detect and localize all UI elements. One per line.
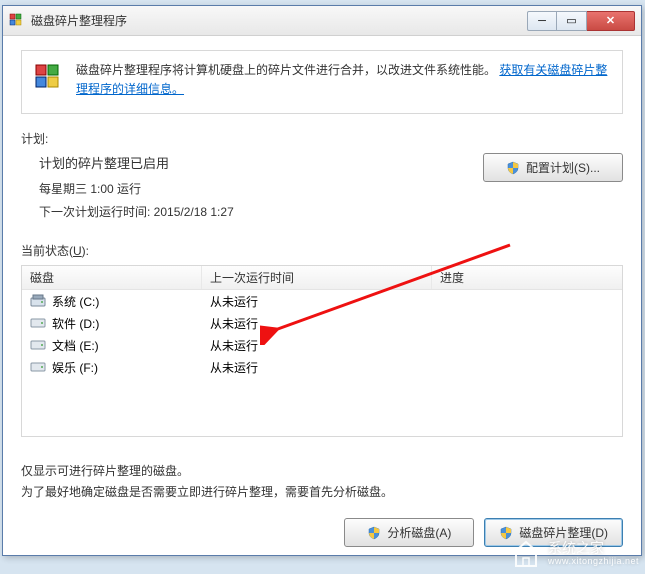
schedule-label: 计划: <box>21 130 623 147</box>
disk-name: 软件 (D:) <box>52 315 99 332</box>
schedule-title: 计划的碎片整理已启用 <box>39 153 234 172</box>
table-row[interactable]: 文档 (E:) 从未运行 <box>22 334 622 356</box>
shield-icon <box>506 161 520 175</box>
shield-icon <box>367 526 381 540</box>
last-run: 从未运行 <box>210 315 258 332</box>
last-run: 从未运行 <box>210 359 258 376</box>
content-area: 磁盘碎片整理程序将计算机硬盘上的碎片文件进行合并，以改进文件系统性能。 获取有关… <box>3 36 641 563</box>
system-disk-icon <box>30 294 46 308</box>
analyze-button-label: 分析磁盘(A) <box>387 524 451 541</box>
window-controls: ─ ▭ ✕ <box>527 11 635 31</box>
watermark-name: 系统之家 <box>548 541 639 556</box>
house-icon <box>510 540 542 568</box>
configure-button-label: 配置计划(S)... <box>526 159 600 176</box>
schedule-info: 计划的碎片整理已启用 每星期三 1:00 运行 下一次计划运行时间: 2015/… <box>21 153 234 226</box>
disk-name: 文档 (E:) <box>52 337 99 354</box>
disk-table: 磁盘 上一次运行时间 进度 系统 (C:) 从未运行 软件 (D:) <box>21 265 623 437</box>
table-row[interactable]: 软件 (D:) 从未运行 <box>22 312 622 334</box>
table-header: 磁盘 上一次运行时间 进度 <box>22 266 622 290</box>
col-header-disk[interactable]: 磁盘 <box>22 266 202 289</box>
last-run: 从未运行 <box>210 337 258 354</box>
hint-line2: 为了最好地确定磁盘是否需要立即进行碎片整理，需要首先分析磁盘。 <box>21 482 623 502</box>
col-header-last-run[interactable]: 上一次运行时间 <box>202 266 432 289</box>
window-title: 磁盘碎片整理程序 <box>31 12 527 29</box>
defrag-window: 磁盘碎片整理程序 ─ ▭ ✕ 磁盘碎片整理程序将计算机硬盘上的碎片文件进行合并，… <box>2 5 642 556</box>
info-text: 磁盘碎片整理程序将计算机硬盘上的碎片文件进行合并，以改进文件系统性能。 获取有关… <box>76 61 610 99</box>
hdd-icon <box>30 316 46 330</box>
analyze-disk-button[interactable]: 分析磁盘(A) <box>344 518 474 547</box>
shield-icon <box>499 526 513 540</box>
hint-line1: 仅显示可进行碎片整理的磁盘。 <box>21 461 623 481</box>
info-panel: 磁盘碎片整理程序将计算机硬盘上的碎片文件进行合并，以改进文件系统性能。 获取有关… <box>21 50 623 114</box>
defrag-button-label: 磁盘碎片整理(D) <box>519 524 608 541</box>
table-body: 系统 (C:) 从未运行 软件 (D:) 从未运行 文档 <box>22 290 622 378</box>
close-button[interactable]: ✕ <box>587 11 635 31</box>
hint-text: 仅显示可进行碎片整理的磁盘。 为了最好地确定磁盘是否需要立即进行碎片整理，需要首… <box>21 461 623 502</box>
table-row[interactable]: 系统 (C:) 从未运行 <box>22 290 622 312</box>
disk-name: 系统 (C:) <box>52 293 99 310</box>
watermark-url: www.xitongzhijia.net <box>548 557 639 567</box>
schedule-section: 计划的碎片整理已启用 每星期三 1:00 运行 下一次计划运行时间: 2015/… <box>21 153 623 226</box>
app-icon <box>9 13 25 29</box>
hdd-icon <box>30 360 46 374</box>
last-run: 从未运行 <box>210 293 258 310</box>
titlebar: 磁盘碎片整理程序 ─ ▭ ✕ <box>3 6 641 36</box>
status-label: 当前状态(U): <box>21 242 623 259</box>
watermark: 系统之家 www.xitongzhijia.net <box>510 540 639 568</box>
maximize-button[interactable]: ▭ <box>557 11 587 31</box>
defrag-icon <box>34 63 66 95</box>
col-header-progress[interactable]: 进度 <box>432 266 622 289</box>
schedule-frequency: 每星期三 1:00 运行 <box>39 180 234 197</box>
schedule-next-run: 下一次计划运行时间: 2015/2/18 1:27 <box>39 203 234 220</box>
table-row[interactable]: 娱乐 (F:) 从未运行 <box>22 356 622 378</box>
info-description: 磁盘碎片整理程序将计算机硬盘上的碎片文件进行合并，以改进文件系统性能。 <box>76 63 496 77</box>
hdd-icon <box>30 338 46 352</box>
minimize-button[interactable]: ─ <box>527 11 557 31</box>
configure-schedule-button[interactable]: 配置计划(S)... <box>483 153 623 182</box>
disk-name: 娱乐 (F:) <box>52 359 98 376</box>
